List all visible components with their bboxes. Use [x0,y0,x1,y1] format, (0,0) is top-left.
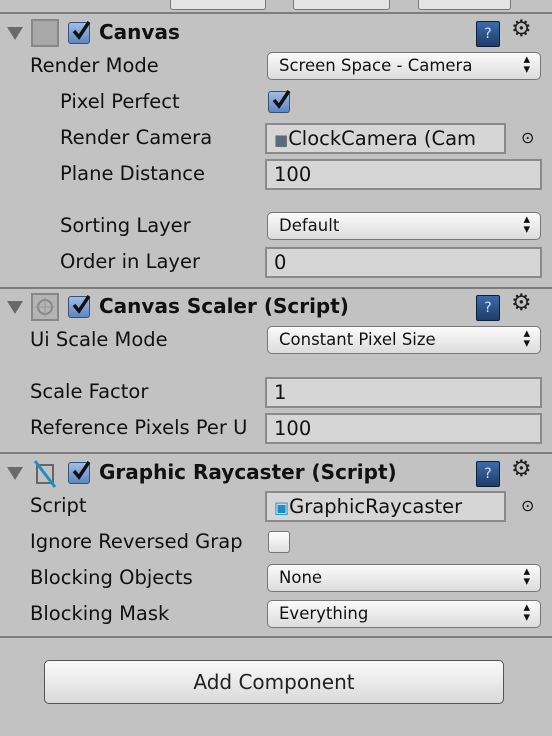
component-title: Graphic Raycaster (Script) [99,460,397,484]
dropdown-value: None [279,568,323,587]
field-value: ClockCamera (Cam [288,127,477,150]
gear-icon[interactable]: ⚙ [511,290,532,316]
blocking-objects-label: Blocking Objects [30,566,193,589]
canvas-enabled-checkbox[interactable] [68,21,91,44]
plane-distance-input[interactable]: 100 [265,159,542,190]
pixel-perfect-label: Pixel Perfect [60,90,180,113]
graphic-raycaster-enabled-checkbox[interactable] [68,461,91,484]
pixel-perfect-row: Pixel Perfect [0,84,552,120]
render-mode-row: Render Mode Screen Space - Camera ▴ ▾ [0,48,552,84]
object-picker-icon[interactable]: ⊙ [521,128,534,147]
ui-scale-mode-row: Ui Scale Mode Constant Pixel Size ▴ ▾ [0,322,552,358]
foldout-triangle-icon[interactable] [7,301,23,314]
order-in-layer-input[interactable]: 0 [265,247,542,278]
top-button-1[interactable] [170,0,266,10]
add-component-button[interactable]: Add Component [44,660,504,704]
render-mode-dropdown[interactable]: Screen Space - Camera ▴ ▾ [267,52,541,80]
scale-factor-label: Scale Factor [30,380,149,403]
gear-icon[interactable]: ⚙ [511,456,532,482]
canvas-scaler-header[interactable]: Canvas Scaler (Script) ? ⚙ [0,290,552,324]
dropdown-arrows-icon: ▴ ▾ [523,564,530,589]
help-book-icon[interactable]: ? [476,21,500,47]
blocking-objects-dropdown[interactable]: None ▴ ▾ [267,564,541,592]
plane-distance-row: Plane Distance 100 [0,156,552,192]
ignore-reversed-checkbox[interactable] [268,531,290,553]
plane-distance-label: Plane Distance [60,162,205,185]
sorting-layer-label: Sorting Layer [60,214,191,237]
ignore-reversed-label: Ignore Reversed Grap [30,530,243,553]
dropdown-value: Everything [279,604,369,623]
reference-ppu-row: Reference Pixels Per U 100 [0,410,552,446]
script-icon: ▣ [274,498,290,517]
canvas-component-icon [31,19,59,47]
field-value: GraphicRaycaster [289,495,463,518]
blocking-mask-row: Blocking Mask Everything ▴ ▾ [0,596,552,632]
dropdown-value: Screen Space - Camera [279,56,473,75]
dropdown-value: Constant Pixel Size [279,330,436,349]
dropdown-arrows-icon: ▴ ▾ [523,326,530,351]
divider [0,452,552,454]
render-camera-field[interactable]: ■ClockCamera (Cam [265,123,506,154]
canvas-scaler-icon [31,293,59,321]
foldout-triangle-icon[interactable] [7,27,23,40]
reference-ppu-label: Reference Pixels Per U [30,416,248,439]
component-title: Canvas [99,20,180,44]
script-field[interactable]: ▣GraphicRaycaster [265,491,506,522]
graphic-raycaster-header[interactable]: Graphic Raycaster (Script) ? ⚙ [0,456,552,490]
order-in-layer-row: Order in Layer 0 [0,244,552,280]
dropdown-value: Default [279,216,340,235]
script-row: Script ▣GraphicRaycaster ⊙ [0,488,552,524]
canvas-header[interactable]: Canvas ? ⚙ [0,16,552,50]
divider [0,12,552,14]
ui-scale-mode-label: Ui Scale Mode [30,328,168,351]
dropdown-arrows-icon: ▴ ▾ [523,212,530,237]
script-label: Script [30,494,87,517]
object-picker-icon[interactable]: ⊙ [521,496,534,515]
render-camera-row: Render Camera ■ClockCamera (Cam ⊙ [0,120,552,156]
ui-scale-mode-dropdown[interactable]: Constant Pixel Size ▴ ▾ [267,326,541,354]
scale-factor-row: Scale Factor 1 [0,374,552,410]
top-button-3[interactable] [418,0,511,10]
dropdown-arrows-icon: ▴ ▾ [523,600,530,625]
divider [0,636,552,638]
top-button-2[interactable] [293,0,390,10]
divider [0,287,552,289]
canvas-scaler-enabled-checkbox[interactable] [68,295,91,318]
blocking-mask-label: Blocking Mask [30,602,170,625]
order-in-layer-label: Order in Layer [60,250,200,273]
reference-ppu-input[interactable]: 100 [265,413,542,444]
camera-icon: ■ [274,131,289,149]
help-book-icon[interactable]: ? [476,461,500,487]
blocking-objects-row: Blocking Objects None ▴ ▾ [0,560,552,596]
gear-icon[interactable]: ⚙ [511,16,532,42]
help-book-icon[interactable]: ? [476,295,500,321]
dropdown-arrows-icon: ▴ ▾ [523,52,530,77]
render-mode-label: Render Mode [30,54,159,77]
foldout-triangle-icon[interactable] [7,467,23,480]
render-camera-label: Render Camera [60,126,213,149]
ignore-reversed-row: Ignore Reversed Grap [0,524,552,560]
scale-factor-input[interactable]: 1 [265,377,542,408]
sorting-layer-dropdown[interactable]: Default ▴ ▾ [267,212,541,240]
sorting-layer-row: Sorting Layer Default ▴ ▾ [0,208,552,244]
pixel-perfect-checkbox[interactable] [268,90,291,113]
component-title: Canvas Scaler (Script) [99,294,349,318]
blocking-mask-dropdown[interactable]: Everything ▴ ▾ [267,600,541,628]
